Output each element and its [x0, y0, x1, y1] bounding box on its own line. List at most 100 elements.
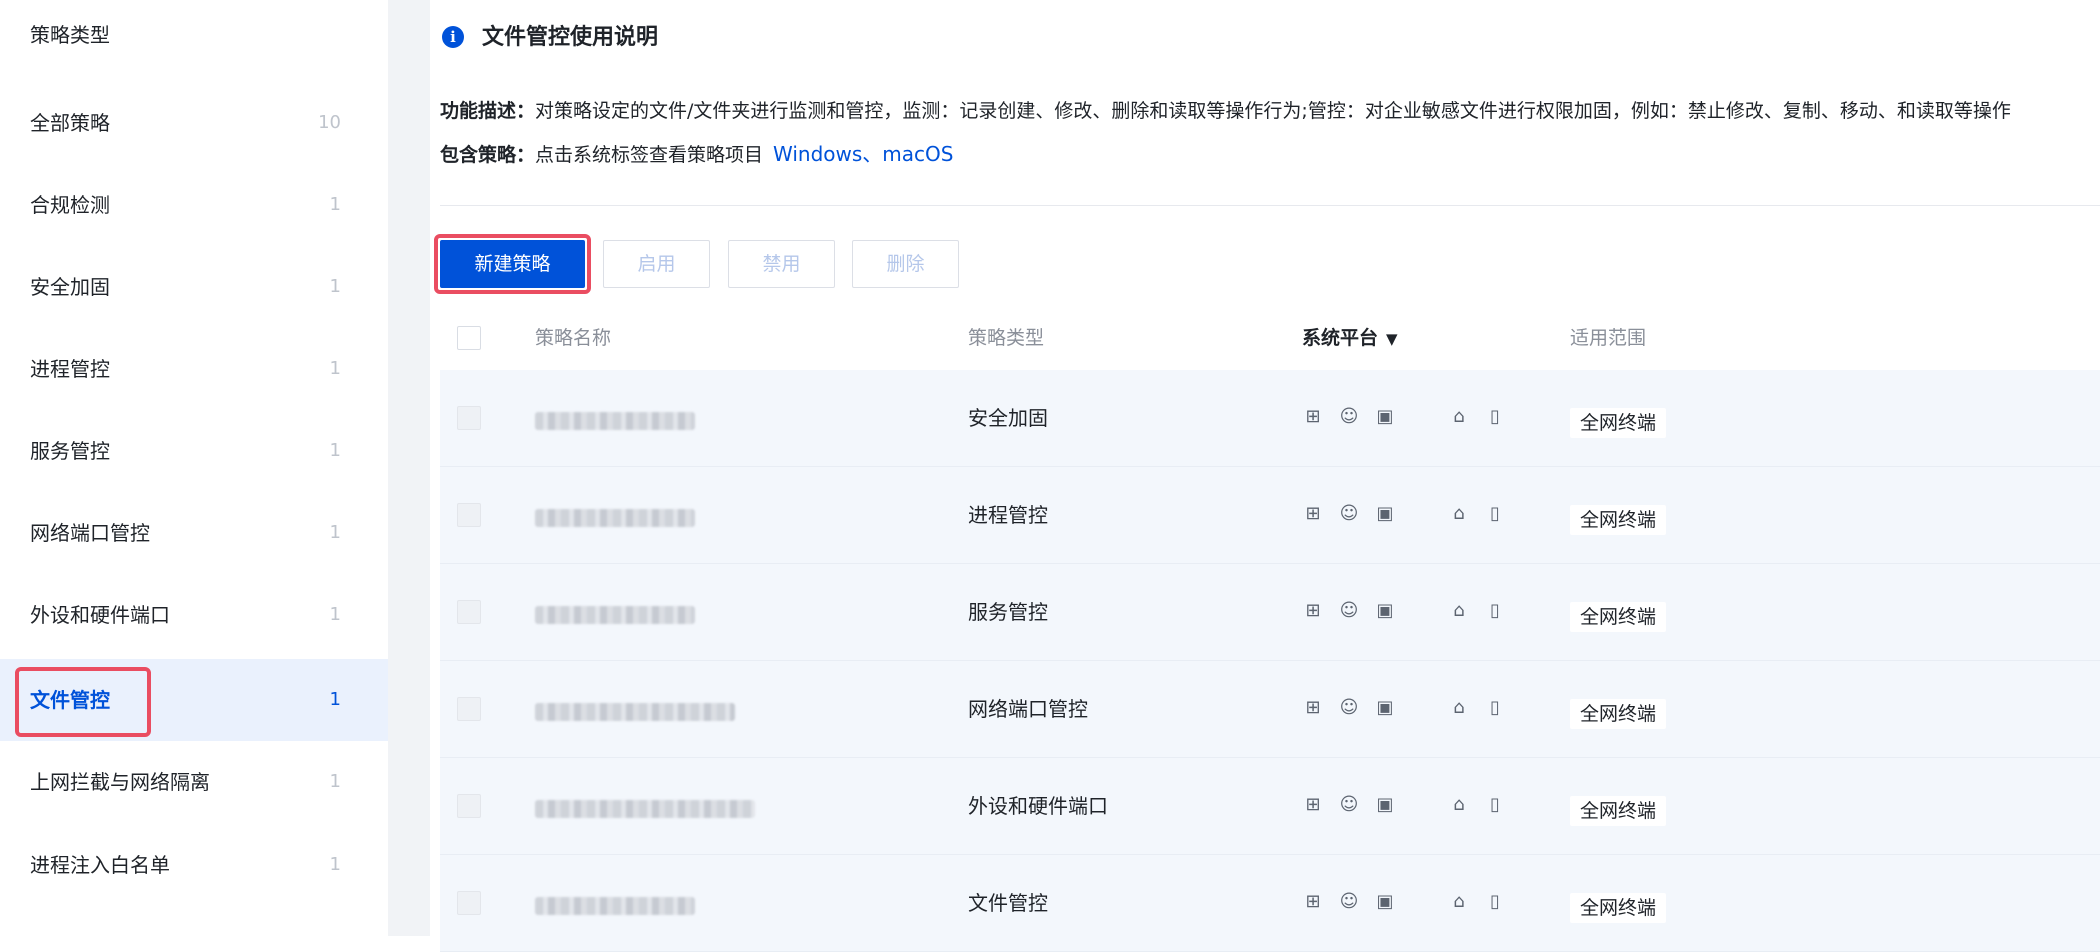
android-icon[interactable]: ⌂ [1448, 697, 1470, 719]
sidebar-item-injection-whitelist[interactable]: 进程注入白名单 1 [0, 824, 388, 906]
table-row[interactable]: 文件管控 ⊞ ☺ ▣ ⌂ ▯ 全网终端 [440, 855, 2100, 952]
linux-icon[interactable]: ▣ [1374, 891, 1396, 913]
sidebar-item-service[interactable]: 服务管控 1 [0, 410, 388, 492]
policy-table: 策略名称 策略类型 系统平台 ▼ 适用范围 安全加固 ⊞ ☺ ▣ ⌂ ▯ 全网终端… [440, 306, 2100, 952]
page-title: 文件管控使用说明 [482, 25, 659, 50]
windows-icon[interactable]: ⊞ [1302, 794, 1324, 816]
sidebar-item-process[interactable]: 进程管控 1 [0, 328, 388, 410]
main-panel: i 文件管控使用说明 功能描述：对策略设定的文件/文件夹进行监测和管控，监测：记… [430, 0, 2100, 952]
policy-name-redacted [535, 509, 695, 527]
included-label: 包含策略： [440, 144, 536, 166]
sidebar-item-count: 1 [329, 440, 341, 461]
table-row[interactable]: 进程管控 ⊞ ☺ ▣ ⌂ ▯ 全网终端 [440, 467, 2100, 564]
column-header-platform[interactable]: 系统平台 ▼ [1302, 306, 1398, 371]
new-policy-button[interactable]: 新建策略 [440, 240, 585, 288]
ios-icon[interactable]: ▯ [1484, 891, 1506, 913]
select-all-checkbox[interactable] [457, 326, 481, 350]
linux-icon[interactable]: ▣ [1374, 406, 1396, 428]
enable-button[interactable]: 启用 [603, 240, 710, 288]
row-checkbox[interactable] [457, 697, 481, 721]
column-header-scope: 适用范围 [1570, 327, 1647, 349]
macos-icon[interactable]: ☺ [1338, 891, 1360, 913]
function-description: 功能描述：对策略设定的文件/文件夹进行监测和管控，监测：记录创建、修改、删除和读… [440, 97, 2011, 125]
policy-name-redacted [535, 412, 695, 430]
policy-name-redacted [535, 800, 755, 818]
included-text: 点击系统标签查看策略项目 [535, 144, 764, 166]
table-row[interactable]: 安全加固 ⊞ ☺ ▣ ⌂ ▯ 全网终端 [440, 370, 2100, 467]
sidebar-item-count: 1 [329, 522, 341, 543]
table-row[interactable]: 网络端口管控 ⊞ ☺ ▣ ⌂ ▯ 全网终端 [440, 661, 2100, 758]
layout-gutter [388, 0, 430, 936]
sidebar-item-web-block[interactable]: 上网拦截与网络隔离 1 [0, 741, 388, 823]
macos-icon[interactable]: ☺ [1338, 600, 1360, 622]
description-text: 对策略设定的文件/文件夹进行监测和管控，监测：记录创建、修改、删除和读取等操作行… [535, 100, 2011, 122]
sidebar-item-hardening[interactable]: 安全加固 1 [0, 246, 388, 328]
macos-icon[interactable]: ☺ [1338, 503, 1360, 525]
windows-icon[interactable]: ⊞ [1302, 406, 1324, 428]
delete-button[interactable]: 删除 [852, 240, 959, 288]
android-icon[interactable]: ⌂ [1448, 600, 1470, 622]
scope-tag: 全网终端 [1570, 602, 1667, 632]
description-label: 功能描述： [440, 100, 536, 122]
android-icon[interactable]: ⌂ [1448, 503, 1470, 525]
row-checkbox[interactable] [457, 503, 481, 527]
windows-icon[interactable]: ⊞ [1302, 891, 1324, 913]
sidebar-item-compliance[interactable]: 合规检测 1 [0, 164, 388, 246]
scope-tag: 全网终端 [1570, 408, 1667, 438]
policy-type: 网络端口管控 [968, 697, 1088, 721]
sidebar-item-label: 网络端口管控 [30, 521, 150, 545]
sidebar-item-count: 1 [329, 276, 341, 297]
sidebar-item-label: 合规检测 [30, 193, 110, 217]
filter-icon[interactable]: ▼ [1386, 307, 1398, 371]
sidebar-item-all[interactable]: 全部策略 10 [0, 82, 388, 164]
row-checkbox[interactable] [457, 891, 481, 915]
platform-link[interactable]: Windows、macOS [773, 142, 953, 166]
table-header: 策略名称 策略类型 系统平台 ▼ 适用范围 [440, 306, 2100, 370]
info-icon: i [442, 26, 464, 48]
windows-icon[interactable]: ⊞ [1302, 503, 1324, 525]
row-checkbox[interactable] [457, 600, 481, 624]
linux-icon[interactable]: ▣ [1374, 794, 1396, 816]
sidebar-item-label: 进程注入白名单 [30, 853, 170, 877]
sidebar-item-count: 10 [318, 112, 341, 133]
sidebar-title: 策略类型 [30, 23, 110, 47]
sidebar-item-peripheral[interactable]: 外设和硬件端口 1 [0, 574, 388, 656]
linux-icon[interactable]: ▣ [1374, 503, 1396, 525]
scope-tag: 全网终端 [1570, 699, 1667, 729]
macos-icon[interactable]: ☺ [1338, 794, 1360, 816]
ios-icon[interactable]: ▯ [1484, 600, 1506, 622]
policy-type: 服务管控 [968, 600, 1048, 624]
ios-icon[interactable]: ▯ [1484, 794, 1506, 816]
sidebar-item-count: 1 [329, 689, 341, 710]
android-icon[interactable]: ⌂ [1448, 891, 1470, 913]
table-row[interactable]: 外设和硬件端口 ⊞ ☺ ▣ ⌂ ▯ 全网终端 [440, 758, 2100, 855]
sidebar: 策略类型 全部策略 10 合规检测 1 安全加固 1 进程管控 1 服务管控 1… [0, 0, 388, 936]
linux-icon[interactable]: ▣ [1374, 600, 1396, 622]
divider [440, 205, 2100, 206]
disable-button[interactable]: 禁用 [728, 240, 835, 288]
macos-icon[interactable]: ☺ [1338, 697, 1360, 719]
policy-type: 安全加固 [968, 406, 1048, 430]
ios-icon[interactable]: ▯ [1484, 503, 1506, 525]
linux-icon[interactable]: ▣ [1374, 697, 1396, 719]
android-icon[interactable]: ⌂ [1448, 406, 1470, 428]
sidebar-item-file-control[interactable]: 文件管控 1 [0, 659, 388, 741]
ios-icon[interactable]: ▯ [1484, 697, 1506, 719]
android-icon[interactable]: ⌂ [1448, 794, 1470, 816]
policy-name-redacted [535, 703, 735, 721]
row-checkbox[interactable] [457, 794, 481, 818]
column-header-name: 策略名称 [535, 327, 612, 349]
ios-icon[interactable]: ▯ [1484, 406, 1506, 428]
windows-icon[interactable]: ⊞ [1302, 600, 1324, 622]
sidebar-item-label: 文件管控 [30, 688, 110, 712]
sidebar-item-label: 服务管控 [30, 439, 110, 463]
sidebar-item-network-port[interactable]: 网络端口管控 1 [0, 492, 388, 574]
sidebar-item-label: 全部策略 [30, 111, 110, 135]
sidebar-item-count: 1 [329, 604, 341, 625]
row-checkbox[interactable] [457, 406, 481, 430]
windows-icon[interactable]: ⊞ [1302, 697, 1324, 719]
sidebar-item-count: 1 [329, 358, 341, 379]
macos-icon[interactable]: ☺ [1338, 406, 1360, 428]
table-row[interactable]: 服务管控 ⊞ ☺ ▣ ⌂ ▯ 全网终端 [440, 564, 2100, 661]
policy-name-redacted [535, 606, 695, 624]
